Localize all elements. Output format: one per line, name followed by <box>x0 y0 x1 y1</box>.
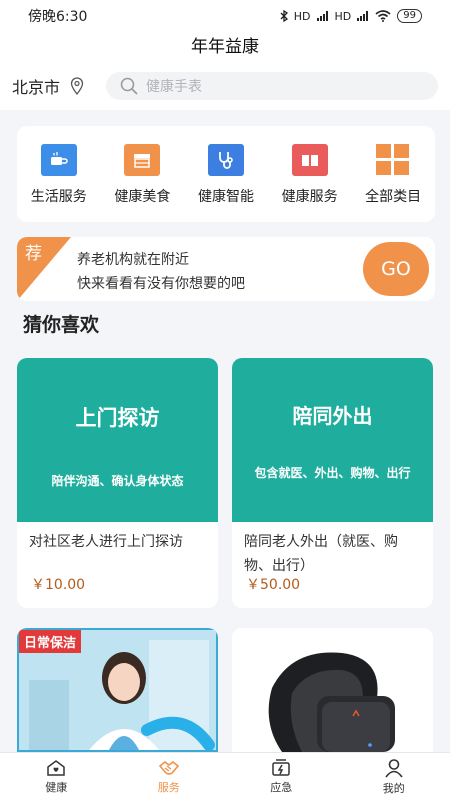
product-price: ￥50.00 <box>246 577 301 593</box>
book-icon <box>291 144 328 176</box>
section-title: 猜你喜欢 <box>23 314 100 336</box>
signal-2-icon <box>357 11 369 21</box>
product-image: 上门探访 陪伴沟通、确认身体状态 <box>17 358 218 522</box>
banner-line-2: 快来看看有没有你想要的吧 <box>77 276 245 292</box>
category-health-service[interactable]: 健康服务 <box>270 144 350 206</box>
category-label: 健康智能 <box>197 189 254 205</box>
recommend-tag: 荐 <box>25 244 42 264</box>
tab-mine[interactable]: 我的 <box>359 758 429 796</box>
product-image-subtitle: 包含就医、外出、购物、出行 <box>254 466 411 480</box>
signal-2-label: HD <box>334 9 352 23</box>
category-label: 全部类目 <box>365 189 422 205</box>
grid-icon <box>375 144 411 176</box>
product-image: 陪同外出 包含就医、外出、购物、出行 <box>232 358 433 522</box>
product-image-tag: 日常保洁 <box>19 630 82 653</box>
status-icons: HD HD 99 <box>280 9 422 23</box>
banner-line-1: 养老机构就在附近 <box>77 252 189 268</box>
status-bar: 傍晚6:30 HD HD 99 <box>0 0 450 32</box>
page-title: 年年益康 <box>0 32 450 62</box>
product-card[interactable] <box>232 628 433 752</box>
tab-label: 应急 <box>270 780 293 794</box>
coffee-cup-icon <box>40 144 77 176</box>
category-label: 健康服务 <box>281 189 338 205</box>
product-image-title: 上门探访 <box>75 406 160 430</box>
food-tray-icon <box>124 144 161 176</box>
tab-service[interactable]: 服务 <box>134 759 204 795</box>
handshake-icon <box>158 760 179 775</box>
product-description: 陪同老人外出（就医、购物、出行） <box>244 534 398 574</box>
wifi-icon <box>375 10 391 22</box>
health-watch-photo <box>232 628 433 752</box>
product-price: ￥10.00 <box>31 577 86 593</box>
tab-label: 健康 <box>45 780 68 794</box>
city-selector[interactable]: 北京市 <box>12 74 60 98</box>
search-input[interactable]: 健康手表 <box>106 72 439 100</box>
person-icon <box>385 758 403 777</box>
house-heart-icon <box>47 759 65 776</box>
search-icon <box>120 77 138 95</box>
category-grid: 生活服务 健康美食 健康智能 健康服务 全部类目 <box>17 126 435 222</box>
product-description: 对社区老人进行上门探访 <box>29 534 183 550</box>
location-pin-icon[interactable] <box>70 77 84 95</box>
go-button[interactable]: GO <box>363 242 429 296</box>
category-life-service[interactable]: 生活服务 <box>19 144 99 206</box>
nearby-institutions-banner[interactable]: 荐 养老机构就在附近 快来看看有没有你想要的吧 GO <box>17 237 435 301</box>
category-all[interactable]: 全部类目 <box>353 144 433 206</box>
product-card[interactable]: 陪同外出 包含就医、外出、购物、出行 陪同老人外出（就医、购物、出行） ￥50.… <box>232 358 433 608</box>
emergency-icon <box>272 758 290 776</box>
product-image-title: 陪同外出 <box>292 404 373 428</box>
product-card[interactable]: 上门探访 陪伴沟通、确认身体状态 对社区老人进行上门探访 ￥10.00 <box>17 358 218 608</box>
bluetooth-icon <box>280 10 288 22</box>
signal-1-label: HD <box>293 9 311 23</box>
stethoscope-icon <box>207 144 244 176</box>
product-image-subtitle: 陪伴沟通、确认身体状态 <box>51 474 184 488</box>
status-time: 傍晚6:30 <box>28 9 88 25</box>
product-image: 日常保洁 <box>17 628 218 752</box>
tab-emergency[interactable]: 应急 <box>246 758 316 795</box>
location-search-bar: 北京市 健康手表 <box>0 62 450 110</box>
category-healthy-food[interactable]: 健康美食 <box>102 144 182 206</box>
tab-health[interactable]: 健康 <box>21 759 91 795</box>
product-card[interactable]: 日常保洁 <box>17 628 218 752</box>
category-label: 生活服务 <box>30 189 87 205</box>
signal-1-icon <box>316 11 328 21</box>
tab-label: 服务 <box>157 780 180 794</box>
bottom-tab-bar: 健康 服务 应急 我的 <box>0 752 450 800</box>
category-label: 健康美食 <box>114 189 171 205</box>
battery-indicator: 99 <box>397 9 422 23</box>
category-health-smart[interactable]: 健康智能 <box>186 144 266 206</box>
tab-label: 我的 <box>382 781 405 795</box>
search-placeholder: 健康手表 <box>146 79 203 95</box>
